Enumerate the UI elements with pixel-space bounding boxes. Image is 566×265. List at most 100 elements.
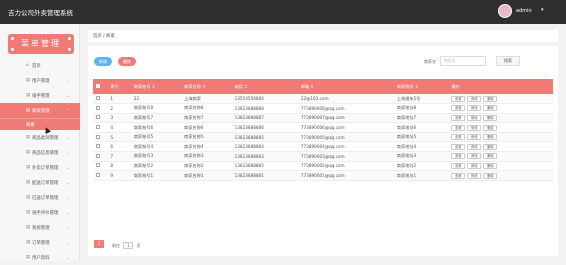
row-checkbox-cell[interactable] (93, 141, 108, 153)
delete-row-button[interactable]: 删除 (483, 153, 498, 160)
delete-row-button[interactable]: 删除 (483, 124, 498, 131)
table-cell: 商家账号2 (130, 161, 182, 172)
sidebar-item-label: 首页 (32, 64, 41, 69)
sidebar-item-11[interactable]: ▤ 订单管理 ⌄ (0, 235, 80, 250)
view-button[interactable]: 查看 (451, 162, 466, 169)
row-checkbox[interactable] (96, 134, 100, 139)
table-cell: 商家账号8 (130, 103, 182, 114)
table-cell: 商家账号5 (130, 132, 182, 143)
search-input[interactable]: 商家名 (440, 56, 486, 66)
page-1-button[interactable]: 1 (94, 240, 104, 248)
menu-icon: ▤ (26, 135, 31, 140)
menu-icon: ▤ (26, 93, 31, 98)
sidebar-subitem-merchant[interactable]: 商家 (0, 118, 80, 130)
edit-button[interactable]: 修改 (467, 134, 482, 141)
view-button[interactable]: 查看 (451, 114, 466, 121)
table-cell: 13823888881 (231, 170, 298, 181)
edit-button[interactable]: 修改 (467, 105, 482, 112)
row-checkbox[interactable] (96, 96, 100, 101)
sidebar-item-9[interactable]: ▤ 骑手评价管理 ⌄ (0, 205, 80, 220)
sidebar-item-12[interactable]: ▤ 用户资料 ⌄ (0, 250, 80, 265)
view-button[interactable]: 查看 (451, 105, 466, 112)
delete-row-button[interactable]: 删除 (483, 105, 498, 112)
row-checkbox-cell[interactable] (93, 161, 108, 172)
table-cell: 773890002@qq.com (297, 161, 394, 172)
chevron-icon: ⌄ (66, 78, 70, 83)
menu-icon: ▤ (26, 150, 31, 155)
edit-button[interactable]: 修改 (467, 143, 482, 150)
sidebar-item-6[interactable]: ▤ 外卖订单管理 ⌄ (0, 160, 80, 175)
row-checkbox-cell[interactable] (93, 113, 108, 124)
row-checkbox[interactable] (96, 125, 100, 130)
column-header-1: 索引 (110, 83, 119, 89)
row-checkbox-cell[interactable] (93, 151, 108, 162)
view-button[interactable]: 查看 (451, 172, 466, 179)
search-button[interactable]: 搜索 (496, 56, 520, 66)
username[interactable]: admin (516, 8, 532, 14)
view-button[interactable]: 查看 (451, 153, 466, 160)
view-button[interactable]: 查看 (451, 134, 466, 141)
edit-button[interactable]: 修改 (467, 95, 482, 102)
edit-button[interactable]: 修改 (467, 172, 482, 179)
row-checkbox[interactable] (96, 153, 100, 158)
chevron-icon: ⌄ (66, 255, 70, 260)
edit-button[interactable]: 修改 (467, 114, 482, 121)
menu-icon: ▤ (26, 240, 31, 245)
add-button[interactable]: 新增 (94, 57, 112, 66)
row-checkbox-cell[interactable] (93, 170, 108, 181)
row-checkbox-cell[interactable] (93, 103, 108, 114)
column-header-4: 电话 ⇕ (234, 83, 248, 89)
edit-button[interactable]: 修改 (467, 124, 482, 131)
delete-row-button[interactable]: 删除 (483, 143, 498, 150)
column-header-6: 商家地址 ⇕ (396, 83, 419, 89)
delete-row-button[interactable]: 删除 (483, 95, 498, 102)
delete-row-button[interactable]: 删除 (483, 134, 498, 141)
sidebar-item-3[interactable]: ▤ 商家管理 ⌃ (0, 103, 80, 118)
menu-icon: ▤ (26, 255, 31, 260)
page-unit-label: 页 (136, 243, 141, 248)
delete-row-button[interactable]: 删除 (483, 172, 498, 179)
row-checkbox[interactable] (96, 144, 100, 149)
view-button[interactable]: 查看 (451, 143, 466, 150)
table-cell: 上海商家 (181, 94, 232, 105)
row-actions: 查看 修改 删除 (448, 161, 553, 172)
goto-page-input[interactable]: 1 (123, 242, 134, 249)
row-checkbox-cell[interactable] (93, 122, 108, 133)
view-button[interactable]: 查看 (451, 95, 466, 102)
row-checkbox[interactable] (96, 115, 100, 120)
sidebar-item-2[interactable]: ▤ 骑手管理 ⌄ (0, 88, 80, 103)
sidebar-item-4[interactable]: ▤ 商品类别管理 ⌄ (0, 130, 80, 145)
row-checkbox[interactable] (96, 173, 100, 178)
delete-row-button[interactable]: 删除 (483, 114, 498, 121)
user-menu-chevron-icon[interactable]: ▾ (541, 7, 544, 13)
chevron-icon: ⌄ (66, 180, 70, 185)
sidebar-item-0[interactable]: ⌂ 首页 (0, 58, 80, 73)
row-actions: 查看 修改 删除 (448, 141, 553, 153)
delete-button[interactable]: 删除 (118, 57, 136, 66)
sidebar-item-7[interactable]: ▤ 配送订单管理 ⌄ (0, 175, 80, 190)
sidebar-item-1[interactable]: ▤ 用户管理 ⌄ (0, 73, 80, 88)
view-button[interactable]: 查看 (451, 124, 466, 131)
table-cell: 商家账号6 (130, 122, 182, 133)
avatar[interactable] (498, 4, 512, 18)
table-cell: 商家名称3 (181, 151, 232, 162)
row-checkbox-cell[interactable] (93, 132, 108, 143)
edit-button[interactable]: 修改 (467, 153, 482, 160)
table-cell: 773890004@qq.com (297, 141, 394, 153)
sidebar-item-label: 骑手评价管理 (32, 211, 59, 216)
breadcrumb-text: 首页 / 商家 (93, 34, 115, 39)
table-cell: 13823888887 (231, 113, 298, 124)
select-all-checkbox[interactable] (96, 84, 100, 88)
column-header-0[interactable] (93, 79, 107, 94)
delete-row-button[interactable]: 删除 (483, 162, 498, 169)
sidebar-item-8[interactable]: ▤ 已送订单管理 ⌄ (0, 190, 80, 205)
sidebar-nav: ⌂ 首页 ▤ 用户管理 ⌄ ▤ 骑手管理 ⌄ ▤ 商家管理 ⌃ 商家 ▤ 商品类别管理 ⌄ ▤ 商品信息管理 ⌄ ▤… (0, 58, 80, 265)
row-checkbox[interactable] (96, 105, 100, 110)
sidebar-item-10[interactable]: ▤ 系统管理 ⌄ (0, 220, 80, 235)
sidebar-item-5[interactable]: ▤ 商品信息管理 ⌄ (0, 145, 80, 160)
edit-button[interactable]: 修改 (467, 162, 482, 169)
row-checkbox[interactable] (96, 163, 100, 168)
row-checkbox-cell[interactable] (93, 94, 108, 105)
row-actions: 查看 修改 删除 (448, 132, 553, 143)
menu-icon: ▤ (26, 225, 31, 230)
